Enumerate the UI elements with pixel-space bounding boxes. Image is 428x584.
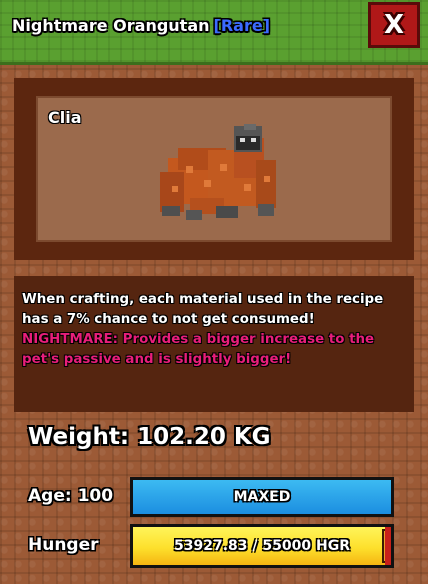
pet-preview-viewport[interactable]: Clia: [36, 96, 392, 242]
hunger-bar-text: 53927.83 / 55000 HGR: [174, 538, 350, 554]
pet-nickname: Clia: [48, 108, 82, 127]
passive-description: When crafting, each material used in the…: [22, 292, 384, 327]
nightmare-description: NIGHTMARE: Provides a bigger increase to…: [22, 332, 375, 367]
pet-title: Nightmare Orangutan [Rare]: [12, 16, 270, 35]
title-bar: Nightmare Orangutan [Rare] X: [0, 0, 428, 65]
age-progress-bar: MAXED: [130, 477, 394, 517]
age-label: Age: 100: [28, 486, 114, 506]
pet-species-name: Nightmare Orangutan: [12, 16, 210, 35]
weight-readout: Weight: 102.20 KG: [28, 424, 271, 450]
close-button[interactable]: X: [368, 2, 420, 48]
hunger-progress-bar: 53927.83 / 55000 HGR: [130, 524, 394, 568]
orangutan-pet-icon: [160, 124, 276, 220]
pet-preview-frame: Clia: [14, 78, 414, 260]
hunger-label: Hunger: [28, 535, 99, 555]
description-panel: When crafting, each material used in the…: [14, 276, 414, 412]
rarity-badge: [Rare]: [213, 16, 270, 35]
age-bar-text: MAXED: [233, 489, 291, 505]
